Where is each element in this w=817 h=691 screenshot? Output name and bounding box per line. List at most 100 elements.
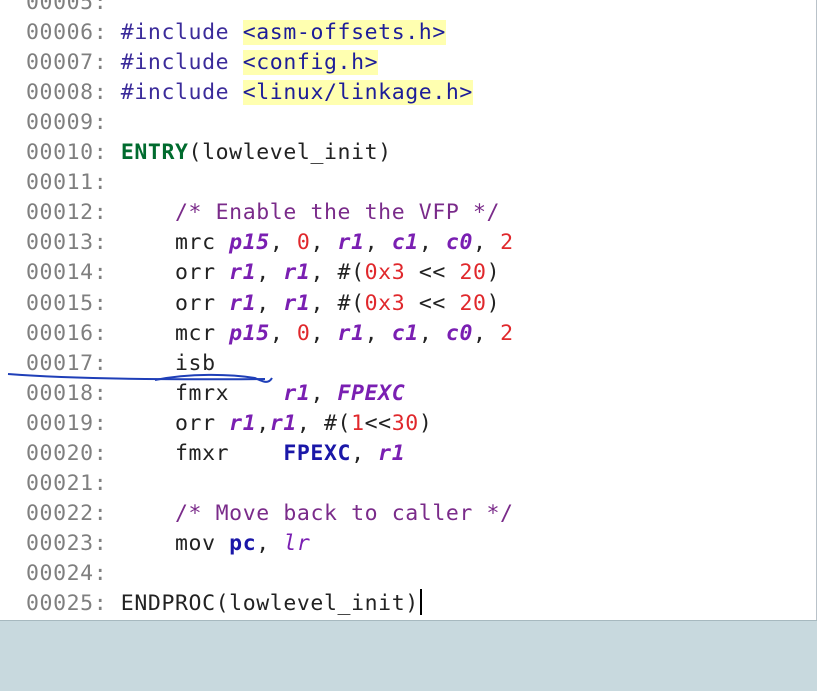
- code-line: 00013: mrc p15, 0, r1, c1, c0, 2: [26, 228, 514, 258]
- code-token: 2: [500, 230, 514, 256]
- code-token: ,: [256, 290, 284, 316]
- code-token: ,: [269, 320, 297, 346]
- code-line: 00020: fmxr FPEXC, r1: [26, 439, 405, 469]
- code-token: <<: [405, 260, 460, 286]
- code-token: r1: [229, 260, 257, 286]
- code-token: ,: [256, 410, 270, 436]
- code-line: 00009:: [26, 108, 107, 138]
- line-number: 00022:: [26, 500, 108, 526]
- code-token: 0: [296, 320, 311, 346]
- code-token: 30: [391, 410, 419, 436]
- line-number: 00008:: [26, 80, 108, 106]
- code-token: ,: [256, 530, 284, 556]
- code-token: ,: [310, 320, 338, 346]
- code-token: ENTRY: [120, 140, 189, 166]
- line-number: 00011:: [26, 170, 108, 196]
- code-line: 00016: mcr p15, 0, r1, c1, c0, 2: [26, 319, 514, 349]
- code-token: ENDPROC: [107, 591, 216, 616]
- line-number: 00023:: [26, 530, 108, 556]
- code-line: 00022: /* Move back to caller */: [26, 499, 514, 529]
- code-token: orr: [107, 260, 230, 286]
- code-token: r1: [378, 440, 406, 466]
- code-token: orr: [107, 290, 230, 316]
- code-line: 00018: fmrx r1, FPEXC: [26, 379, 405, 409]
- code-token: /* Move back to caller */: [175, 500, 514, 526]
- line-number: 00010:: [26, 140, 108, 166]
- code-token: 0x3: [364, 290, 406, 316]
- code-token: 2: [500, 320, 514, 346]
- code-token: ): [486, 290, 501, 316]
- code-line: 00017: isb: [26, 349, 216, 379]
- code-token: 20: [459, 260, 487, 286]
- code-token: r1: [337, 230, 365, 256]
- code-token: ,: [310, 230, 338, 256]
- code-token: <config.h>: [242, 50, 379, 76]
- code-token: ): [418, 410, 433, 436]
- code-token: 20: [459, 290, 487, 316]
- code-line: 00007: #include <config.h>: [26, 48, 379, 78]
- code-token: 1: [351, 410, 365, 436]
- line-number: 00007:: [26, 50, 108, 76]
- code-token: ,: [364, 230, 392, 256]
- code-token: FPEXC: [283, 440, 352, 466]
- code-token: ,: [269, 230, 297, 256]
- line-number: 00017:: [26, 350, 108, 376]
- code-token: ,: [351, 440, 379, 466]
- code-token: (lowlevel_init): [215, 591, 419, 616]
- code-token: <linux/linkage.h>: [242, 80, 473, 106]
- code-line: 00019: orr r1,r1, #(1<<30): [26, 409, 432, 439]
- text-caret: [419, 589, 422, 615]
- code-token: <<: [405, 290, 460, 316]
- line-number: 00016:: [26, 320, 108, 346]
- code-line: 00021:: [26, 469, 107, 499]
- code-token: ,: [310, 380, 338, 406]
- code-line: 00006: #include <asm-offsets.h>: [26, 18, 446, 48]
- code-token: , #(: [296, 410, 352, 436]
- code-token: r1: [229, 410, 257, 436]
- code-token: , #(: [310, 260, 365, 286]
- line-number: 00005:: [26, 0, 108, 15]
- code-token: <<: [364, 410, 392, 436]
- line-number: 00009:: [26, 110, 108, 136]
- code-token: p15: [229, 230, 270, 256]
- code-token: lr: [283, 530, 311, 556]
- code-line: 00025: ENDPROC(lowlevel_init): [26, 589, 422, 619]
- code-token: c1: [391, 320, 419, 346]
- code-token: #include: [107, 20, 243, 46]
- code-line: 00023: mov pc, lr: [26, 529, 310, 559]
- code-token: ,: [364, 320, 392, 346]
- code-token: <asm-offsets.h>: [242, 20, 446, 46]
- code-token: ,: [418, 230, 446, 256]
- code-token: FPEXC: [337, 380, 406, 406]
- line-number: 00018:: [26, 380, 108, 406]
- code-token: c0: [445, 320, 474, 346]
- code-token: fmrx: [107, 380, 284, 406]
- code-token: mcr: [107, 320, 230, 346]
- status-bar: [0, 620, 817, 691]
- line-number: 00020:: [26, 440, 108, 466]
- code-token: r1: [229, 290, 257, 316]
- code-token: , #(: [310, 290, 365, 316]
- code-token: ): [486, 260, 501, 286]
- code-token: ,: [473, 230, 501, 256]
- code-editor[interactable]: 00005: 00006: #include <asm-offsets.h> 000…: [0, 0, 817, 620]
- code-token: #include: [107, 80, 243, 106]
- code-token: ,: [256, 260, 284, 286]
- code-token: orr: [107, 410, 230, 436]
- line-number: 00021:: [26, 470, 108, 496]
- code-line: 00010: ENTRY(lowlevel_init): [26, 138, 392, 168]
- code-token: r1: [337, 320, 365, 346]
- code-line: 00024:: [26, 559, 107, 589]
- code-token: #include: [107, 50, 243, 76]
- code-token: fmxr: [107, 440, 284, 466]
- line-number: 00025:: [26, 591, 108, 616]
- line-number: 00006:: [26, 20, 108, 46]
- code-token: r1: [283, 260, 311, 286]
- code-line: 00014: orr r1, r1, #(0x3 << 20): [26, 258, 500, 288]
- code-token: r1: [283, 290, 311, 316]
- code-token: r1: [269, 410, 297, 436]
- line-number: 00015:: [26, 290, 108, 316]
